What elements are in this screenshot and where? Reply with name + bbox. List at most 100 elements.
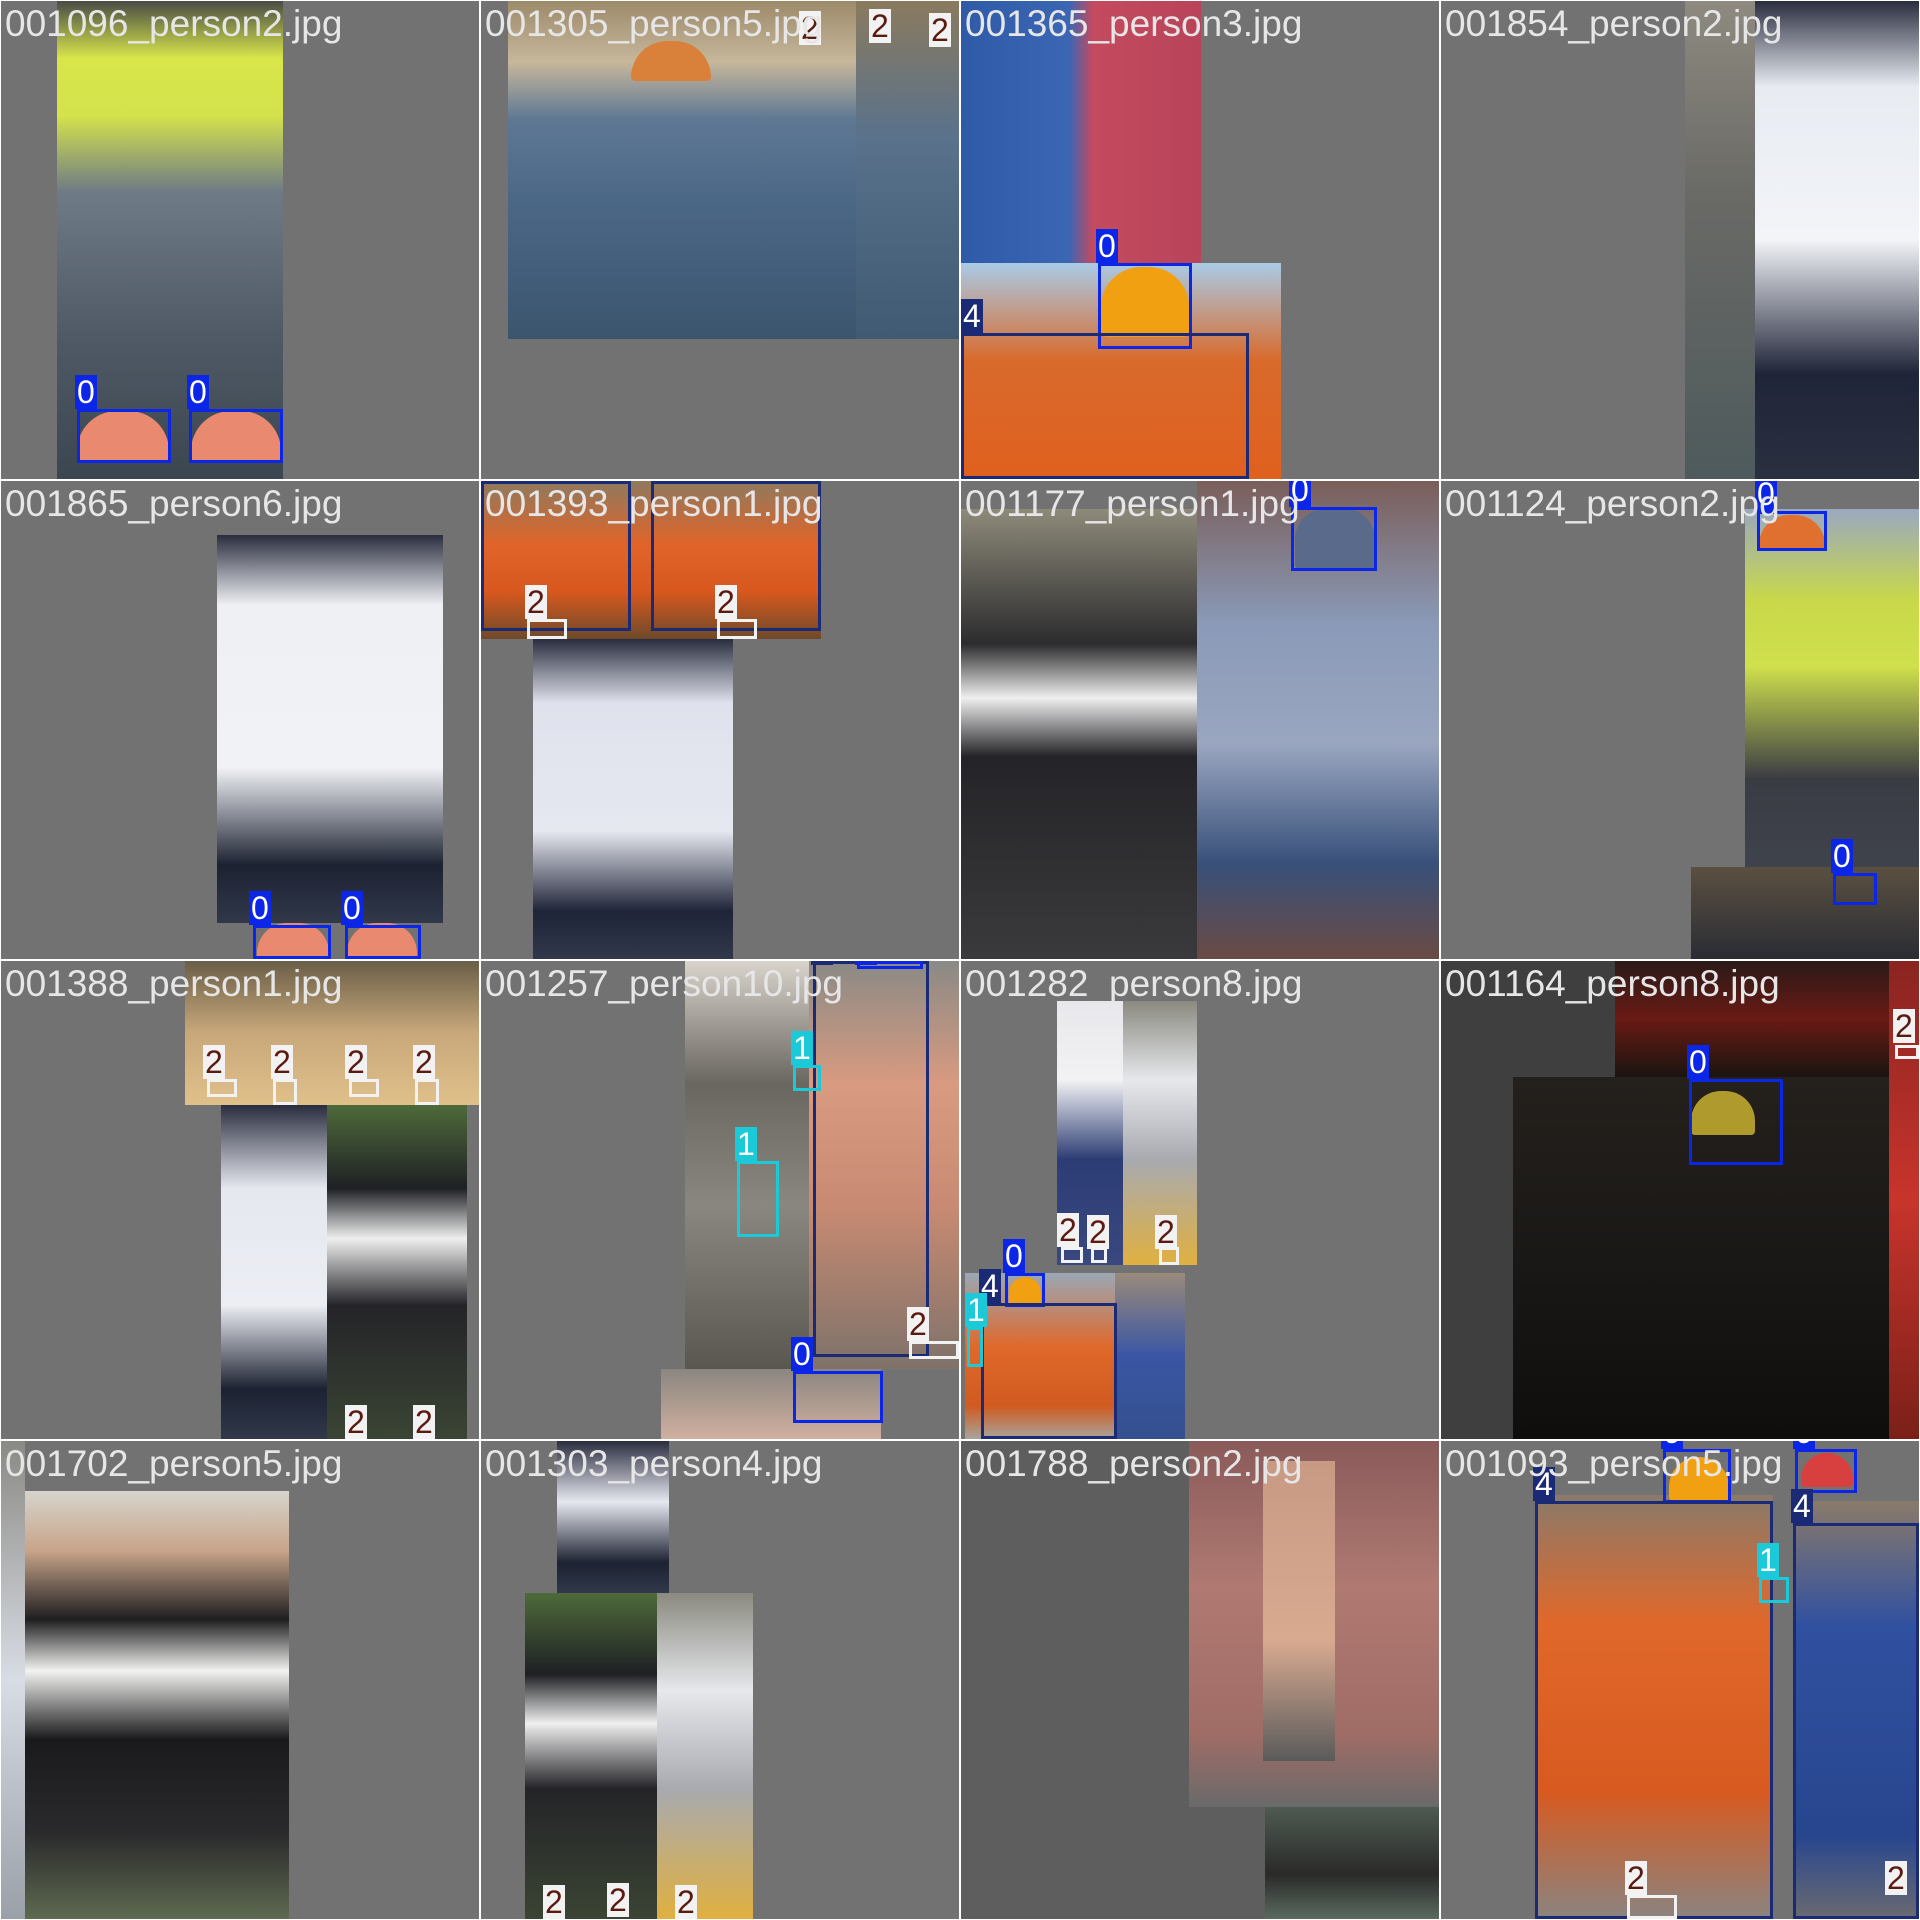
image-crop — [1685, 1, 1755, 479]
box-label: 2 — [1057, 1212, 1079, 1248]
box-class-0 — [189, 409, 283, 463]
box-label: 2 — [1087, 1214, 1109, 1250]
box-class-2 — [527, 619, 567, 639]
image-crop — [1115, 1273, 1185, 1439]
box-label: 2 — [345, 1404, 367, 1439]
image-filename: 001177_person1.jpg — [965, 483, 1300, 524]
box-label: 0 — [791, 1336, 813, 1372]
box-label: 0 — [1687, 1044, 1709, 1080]
image-crop — [633, 639, 733, 959]
image-filename: 001093_person5.jpg — [1445, 1443, 1783, 1484]
box-label: 0 — [1793, 1441, 1815, 1449]
image-crop — [856, 1, 959, 339]
box-class-0 — [1795, 1449, 1857, 1493]
box-class-0 — [345, 925, 421, 959]
box-class-4 — [813, 961, 929, 1357]
box-class-2 — [1895, 1045, 1919, 1059]
image-crop — [525, 1593, 657, 1919]
image-filename: 001865_person6.jpg — [5, 483, 343, 524]
tile: 001282_person8.jpg 2 2 2 0 4 1 — [961, 961, 1439, 1439]
box-label: 0 — [75, 374, 97, 410]
box-class-2 — [1061, 1247, 1083, 1263]
box-label: 2 — [869, 8, 891, 44]
image-crop — [25, 1491, 289, 1919]
box-label: 2 — [907, 1306, 929, 1342]
box-class-2 — [1627, 1895, 1677, 1919]
mosaic-grid: 001096_person2.jpg 0 0 001305_person5.jp… — [0, 0, 1920, 1920]
box-label: 0 — [249, 890, 271, 926]
box-label: 2 — [413, 1404, 435, 1439]
box-label: 1 — [965, 1292, 987, 1328]
box-label: 2 — [203, 1044, 225, 1080]
image-crop — [221, 1105, 327, 1439]
box-label: 2 — [345, 1044, 367, 1080]
tile: 001365_person3.jpg 0 4 — [961, 1, 1439, 479]
box-label: 2 — [929, 12, 951, 48]
box-label: 2 — [413, 1044, 435, 1080]
box-label: 4 — [1791, 1488, 1813, 1524]
box-class-2 — [909, 1341, 959, 1359]
tile: 001788_person2.jpg — [961, 1441, 1439, 1919]
box-label: 2 — [1885, 1860, 1907, 1896]
tile: 001096_person2.jpg 0 0 — [1, 1, 479, 479]
box-class-0 — [1833, 873, 1877, 905]
box-label: 2 — [1155, 1214, 1177, 1250]
image-crop — [329, 535, 443, 923]
box-class-4 — [961, 333, 1249, 479]
image-crop — [657, 1593, 753, 1919]
image-filename: 001124_person2.jpg — [1445, 483, 1780, 524]
image-filename: 001854_person2.jpg — [1445, 3, 1783, 44]
image-filename: 001388_person1.jpg — [5, 963, 343, 1004]
image-crop — [1691, 867, 1919, 959]
box-class-1 — [793, 1065, 821, 1091]
box-label: 0 — [1831, 838, 1853, 874]
image-crop — [1, 1441, 25, 1919]
image-filename: 001305_person5.jpg — [485, 3, 823, 44]
box-label: 1 — [791, 1030, 813, 1066]
box-class-0 — [1291, 507, 1377, 571]
box-class-2 — [349, 1079, 379, 1097]
box-label: 0 — [1003, 1238, 1025, 1274]
box-class-0 — [793, 1371, 883, 1423]
box-label: 2 — [543, 1884, 565, 1919]
image-filename: 001702_person5.jpg — [5, 1443, 343, 1484]
tile: 001854_person2.jpg — [1441, 1, 1919, 479]
box-class-4 — [981, 1303, 1117, 1439]
image-filename: 001096_person2.jpg — [5, 3, 343, 44]
box-class-2 — [415, 1079, 439, 1105]
box-label: 0 — [341, 890, 363, 926]
image-crop — [961, 509, 1197, 959]
tile: 001124_person2.jpg 0 0 — [1441, 481, 1919, 959]
image-filename: 001303_person4.jpg — [485, 1443, 823, 1484]
box-class-1 — [1759, 1577, 1789, 1603]
box-label: 1 — [1757, 1542, 1779, 1578]
box-class-0 — [253, 925, 331, 959]
tile: 001702_person5.jpg — [1, 1441, 479, 1919]
image-crop — [533, 639, 633, 959]
box-class-2 — [717, 619, 757, 639]
box-class-0 — [77, 409, 171, 463]
box-label: 0 — [855, 961, 877, 965]
tile: 001393_person1.jpg 4 4 2 2 — [481, 481, 959, 959]
box-class-0 — [1005, 1273, 1045, 1307]
image-filename: 001788_person2.jpg — [965, 1443, 1303, 1484]
tile: 001177_person1.jpg 0 — [961, 481, 1439, 959]
image-filename: 001257_person10.jpg — [485, 963, 843, 1004]
box-class-0 — [1689, 1079, 1783, 1165]
tile: 001303_person4.jpg 2 2 2 — [481, 1441, 959, 1919]
image-crop — [1265, 1807, 1439, 1919]
box-class-2 — [273, 1079, 297, 1105]
tile: 001257_person10.jpg 4 0 1 1 2 0 — [481, 961, 959, 1439]
tile: 001388_person1.jpg 2 2 2 2 2 2 — [1, 961, 479, 1439]
box-label: 2 — [675, 1884, 697, 1919]
box-label: 2 — [1893, 1008, 1915, 1044]
box-label: 2 — [607, 1882, 629, 1918]
box-label: 1 — [735, 1126, 757, 1162]
box-class-1 — [967, 1327, 983, 1367]
image-crop — [1755, 1, 1919, 479]
box-class-4 — [1535, 1501, 1773, 1919]
box-label: 0 — [1096, 228, 1118, 264]
image-crop — [217, 535, 329, 923]
image-filename: 001282_person8.jpg — [965, 963, 1303, 1004]
tile: 001093_person5.jpg 0 0 4 4 1 2 2 — [1441, 1441, 1919, 1919]
